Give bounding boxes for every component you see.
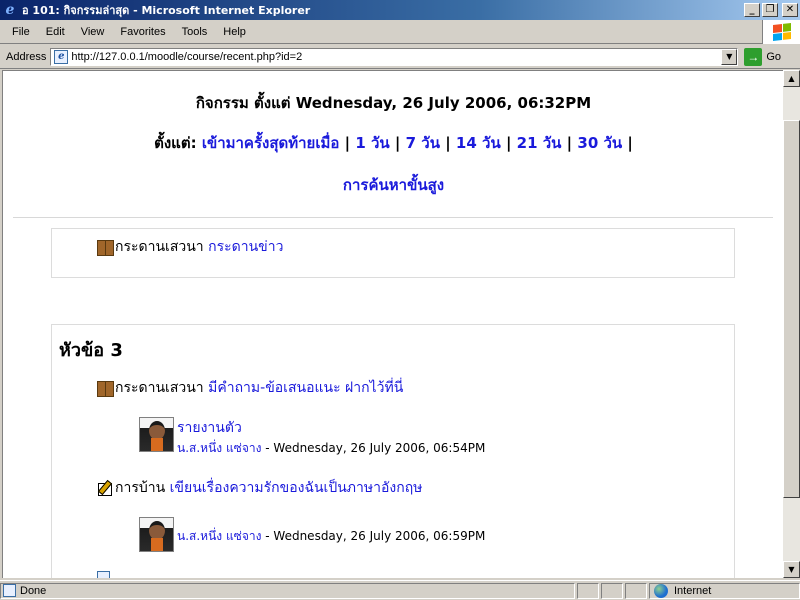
go-label: Go: [766, 50, 782, 63]
news-forum-link[interactable]: กระดานข่าว: [208, 236, 283, 258]
forum-post: รายงานตัว น.ส.หนึ่ง แซ่จาง - Wednesday, …: [139, 417, 485, 458]
globe-icon: [654, 583, 668, 598]
submission-author-link[interactable]: น.ส.หนึ่ง แซ่จาง: [177, 529, 261, 543]
post-date: - Wednesday, 26 July 2006, 06:54PM: [261, 441, 486, 455]
scroll-thumb[interactable]: [783, 120, 800, 498]
assignment-link[interactable]: เขียนเรื่องความรักของฉันเป็นภาษาอังกฤษ: [170, 477, 423, 499]
page-content: กิจกรรม ตั้งแต่ Wednesday, 26 July 2006,…: [2, 70, 783, 578]
maximize-button[interactable]: ❐: [762, 3, 778, 17]
go-button[interactable]: → Go: [744, 47, 782, 66]
forum-row: กระดานเสวนา มีคำถาม-ข้อเสนอแนะ ฝากไว้ที่…: [97, 377, 403, 399]
since-30-days-link[interactable]: 30 วัน: [577, 134, 622, 152]
activity-type: กระดานเสวนา: [115, 239, 204, 255]
menu-help[interactable]: Help: [215, 24, 254, 40]
questions-forum-link[interactable]: มีคำถาม-ข้อเสนอแนะ ฝากไว้ที่นี่: [208, 377, 403, 399]
status-cell: [601, 582, 623, 599]
scroll-up-button[interactable]: ▲: [783, 70, 800, 87]
minimize-button[interactable]: _: [744, 3, 760, 17]
since-1-day-link[interactable]: 1 วัน: [355, 134, 389, 152]
separator: |: [445, 134, 451, 152]
since-21-days-link[interactable]: 21 วัน: [517, 134, 562, 152]
page-icon: e: [54, 49, 69, 64]
general-forum-row: กระดานเสวนา กระดานข่าว: [97, 236, 283, 258]
activity-type: การบ้าน: [115, 480, 166, 496]
address-input[interactable]: [71, 50, 722, 63]
forum-icon: [97, 239, 114, 256]
page-heading: กิจกรรม ตั้งแต่ Wednesday, 26 July 2006,…: [195, 94, 592, 112]
next-activity-row: [97, 571, 114, 578]
since-7-days-link[interactable]: 7 วัน: [406, 134, 440, 152]
status-bar: Done Internet: [0, 580, 800, 600]
vertical-scrollbar[interactable]: ▲ ▼: [783, 70, 800, 578]
menu-tools[interactable]: Tools: [174, 24, 216, 40]
divider: [13, 217, 773, 218]
status-cell: [577, 582, 599, 599]
separator: |: [627, 134, 633, 152]
address-bar: Address e ▼ → Go: [0, 45, 800, 69]
advanced-search-link[interactable]: การค้นหาขั้นสูง: [343, 176, 444, 194]
advanced-search: การค้นหาขั้นสูง: [3, 173, 783, 197]
close-button[interactable]: ✕: [782, 3, 798, 17]
assignment-row: การบ้าน เขียนเรื่องความรักของฉันเป็นภาษา…: [97, 477, 422, 499]
post-meta: น.ส.หนึ่ง แซ่จาง - Wednesday, 26 July 20…: [177, 439, 485, 458]
since-label: ตั้งแต่:: [154, 134, 197, 152]
security-zone: Internet: [649, 582, 800, 599]
section-title: หัวข้อ 3: [59, 340, 123, 361]
since-14-days-link[interactable]: 14 วัน: [456, 134, 501, 152]
window-controls: _ ❐ ✕: [744, 3, 798, 17]
window-title: อ 101: กิจกรรมล่าสุด - Microsoft Interne…: [22, 4, 311, 17]
since-last-login-link[interactable]: เข้ามาครั้งสุดท้ายเมื่อ: [202, 134, 340, 152]
since-links: ตั้งแต่: เข้ามาครั้งสุดท้ายเมื่อ | 1 วัน…: [3, 131, 783, 155]
go-arrow-icon: →: [744, 47, 763, 66]
post-author-link[interactable]: น.ส.หนึ่ง แซ่จาง: [177, 441, 261, 455]
menu-favorites[interactable]: Favorites: [112, 24, 173, 40]
status-text-area: Done: [0, 582, 575, 599]
submission-date: - Wednesday, 26 July 2006, 06:59PM: [261, 529, 486, 543]
windows-logo-icon: [762, 20, 800, 44]
menu-edit[interactable]: Edit: [38, 24, 73, 40]
menu-file[interactable]: File: [4, 24, 38, 40]
status-text: Done: [20, 584, 47, 597]
address-dropdown-button[interactable]: ▼: [721, 48, 738, 65]
address-label: Address: [6, 50, 47, 63]
menu-view[interactable]: View: [73, 24, 113, 40]
done-page-icon: [3, 584, 16, 597]
scroll-down-button[interactable]: ▼: [783, 561, 800, 578]
avatar[interactable]: [139, 417, 174, 452]
ie-icon: e: [5, 2, 15, 18]
resource-icon: [97, 571, 110, 578]
address-box[interactable]: e ▼: [50, 47, 739, 66]
activity-type: กระดานเสวนา: [115, 380, 204, 396]
separator: |: [505, 134, 512, 152]
submission-meta: น.ส.หนึ่ง แซ่จาง - Wednesday, 26 July 20…: [177, 527, 485, 546]
menu-bar: File Edit View Favorites Tools Help: [0, 20, 800, 44]
forum-icon: [97, 380, 114, 397]
separator: |: [566, 134, 573, 152]
post-subject-link[interactable]: รายงานตัว: [177, 417, 485, 439]
avatar[interactable]: [139, 517, 174, 552]
assignment-icon: [97, 480, 113, 496]
window-titlebar: e อ 101: กิจกรรมล่าสุด - Microsoft Inter…: [0, 0, 800, 20]
separator: |: [394, 134, 401, 152]
status-cell: [625, 582, 647, 599]
separator: |: [344, 134, 351, 152]
assignment-submission: น.ส.หนึ่ง แซ่จาง - Wednesday, 26 July 20…: [139, 517, 485, 552]
zone-text: Internet: [674, 584, 712, 597]
